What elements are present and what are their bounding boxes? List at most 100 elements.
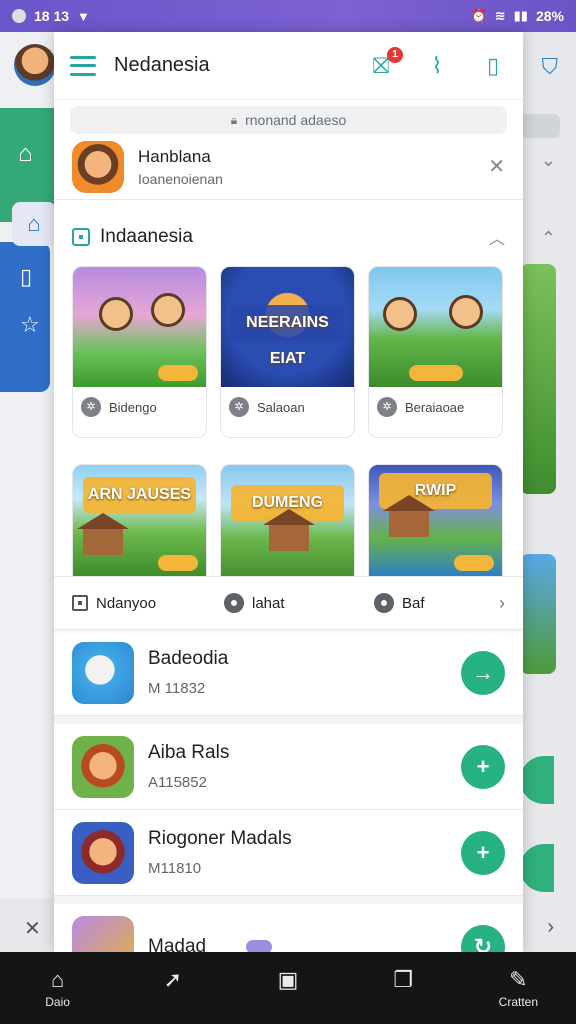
- tab-label: Ndanyoo: [96, 594, 157, 612]
- close-icon: ✕: [24, 918, 41, 940]
- chevron-up-icon: ⌃: [540, 228, 556, 248]
- search-placeholder: rnonand adaeso: [245, 112, 347, 128]
- avatar: [14, 44, 56, 86]
- gift-button[interactable]: ⛝ 1: [367, 46, 403, 79]
- app-icon: [72, 641, 134, 704]
- game-badge: [454, 555, 494, 571]
- game-card[interactable]: RWIP: [368, 464, 503, 576]
- add-button[interactable]: +: [461, 744, 505, 789]
- game-thumbnail: NEERAINS EIAT: [221, 267, 354, 387]
- tab-ndanyoo[interactable]: Ndanyoo: [72, 595, 224, 612]
- nav-label: Cratten: [498, 995, 539, 1009]
- alarm-icon: ⏰: [470, 8, 487, 23]
- chevron-right-icon[interactable]: ›: [499, 593, 505, 614]
- profile-row[interactable]: Hanblana Ioanenoienan ✕: [54, 134, 523, 200]
- status-time: 18 13: [34, 8, 70, 24]
- record-icon: [12, 9, 26, 23]
- notification-badge: 1: [387, 46, 403, 63]
- tab-baf[interactable]: Baf: [374, 593, 425, 613]
- refresh-button[interactable]: ↻: [461, 924, 505, 952]
- player-icon: ✲: [229, 397, 249, 417]
- game-card[interactable]: ✲ Beraiaoae: [368, 266, 503, 438]
- battery-level: 28%: [535, 8, 564, 24]
- hamburger-menu-icon[interactable]: [70, 55, 96, 76]
- battery-button[interactable]: ▯: [479, 53, 507, 79]
- nav-home[interactable]: ⌂ Daio: [18, 967, 98, 1009]
- game-grid: ARN JAUSES DUMENG RWIP: [54, 464, 523, 576]
- attach-button[interactable]: ⌇: [423, 53, 451, 79]
- clipboard-icon: ▣: [277, 967, 299, 992]
- app-sheet: Nedanesia ⛝ 1 ⌇ ▯ 🔒︎ rnonand adaeso Hanb…: [54, 32, 523, 952]
- house-illustration: [77, 513, 129, 555]
- item-name: Aiba Rals: [148, 742, 230, 763]
- send-icon: ➚: [163, 967, 182, 992]
- section-title: Indaanesia: [100, 226, 193, 247]
- game-thumbnail: RWIP: [369, 465, 502, 576]
- chevron-right-icon: ›: [547, 916, 554, 938]
- profile-name: Hanblana: [138, 146, 211, 166]
- item-subtitle: A115852: [148, 774, 207, 791]
- edit-icon: ✎: [509, 967, 528, 992]
- app-title: Nedanesia: [114, 54, 210, 76]
- list-item[interactable]: Riogoner Madals M11810 +: [54, 810, 523, 896]
- player-icon: ✲: [81, 397, 101, 417]
- tab-label: Baf: [402, 594, 425, 612]
- avatar: [72, 140, 124, 193]
- search-bar[interactable]: 🔒︎ rnonand adaeso: [70, 106, 507, 134]
- game-card[interactable]: ARN JAUSES: [72, 464, 207, 576]
- profile-subtitle: Ioanenoienan: [138, 170, 223, 187]
- house-illustration: [263, 509, 315, 551]
- game-thumbnail: [73, 267, 206, 387]
- app-icon: [72, 735, 134, 798]
- game-card[interactable]: DUMENG: [220, 464, 355, 576]
- game-badge: [409, 365, 463, 381]
- user-icon: ⛉: [541, 54, 558, 79]
- toggle-indicator: [246, 939, 273, 952]
- divider: [54, 896, 523, 904]
- background-card: [520, 264, 556, 494]
- tab-label: lahat: [252, 594, 285, 612]
- top-app-bar: Nedanesia ⛝ 1 ⌇ ▯: [54, 32, 523, 100]
- chevron-up-icon[interactable]: ︿: [489, 225, 505, 249]
- wifi-icon: ≋: [494, 8, 506, 23]
- list-item[interactable]: Badeodia M 11832 →: [54, 630, 523, 716]
- list-item[interactable]: Madad ↻: [54, 904, 523, 952]
- circle-icon: [224, 593, 244, 613]
- home-icon: ⌂: [50, 967, 65, 992]
- game-grid: ✲ Bidengo NEERAINS EIAT ✲ Salaoan ✲ Bera…: [54, 266, 523, 438]
- close-icon[interactable]: ✕: [488, 154, 505, 179]
- add-button[interactable]: +: [461, 830, 505, 875]
- game-card[interactable]: ✲ Bidengo: [72, 266, 207, 438]
- nav-create[interactable]: ✎ Cratten: [478, 967, 558, 1009]
- home-icon: ⌂: [12, 202, 56, 246]
- background-card: [520, 554, 556, 674]
- nav-clipboard[interactable]: ▣: [248, 967, 328, 1009]
- nav-label: Daio: [45, 995, 70, 1009]
- list-item[interactable]: Aiba Rals A115852 +: [54, 724, 523, 810]
- game-thumbnail: ARN JAUSES: [73, 465, 206, 576]
- item-subtitle: M 11832: [148, 680, 206, 697]
- book-icon: ❐: [393, 967, 414, 992]
- app-icon: [72, 821, 134, 884]
- section-header[interactable]: Indaanesia ︿: [54, 208, 523, 266]
- tab-lahat[interactable]: lahat: [224, 593, 374, 613]
- chevron-down-icon: ⌄: [540, 150, 556, 170]
- nav-book[interactable]: ❐: [363, 967, 443, 1009]
- item-name: Madad: [148, 935, 207, 953]
- status-bar: 18 13 ▼ ⏰ ≋ ▮▮ 28%: [0, 0, 576, 32]
- character-illustration: [449, 295, 483, 329]
- section-icon: [72, 228, 90, 246]
- square-icon: [72, 595, 88, 611]
- game-label: Salaoan: [257, 399, 305, 415]
- game-card[interactable]: NEERAINS EIAT ✲ Salaoan: [220, 266, 355, 438]
- divider: [54, 716, 523, 724]
- document-icon: ▯: [20, 264, 33, 289]
- character-illustration: [383, 297, 417, 331]
- game-label: Bidengo: [109, 399, 157, 415]
- nav-send[interactable]: ➚: [133, 967, 213, 1009]
- battery-icon: ▯: [486, 52, 500, 78]
- arrow-right-button[interactable]: →: [461, 650, 505, 695]
- app-icon: [72, 915, 134, 952]
- game-badge: [158, 365, 198, 381]
- paperclip-icon: ⌇: [431, 52, 443, 78]
